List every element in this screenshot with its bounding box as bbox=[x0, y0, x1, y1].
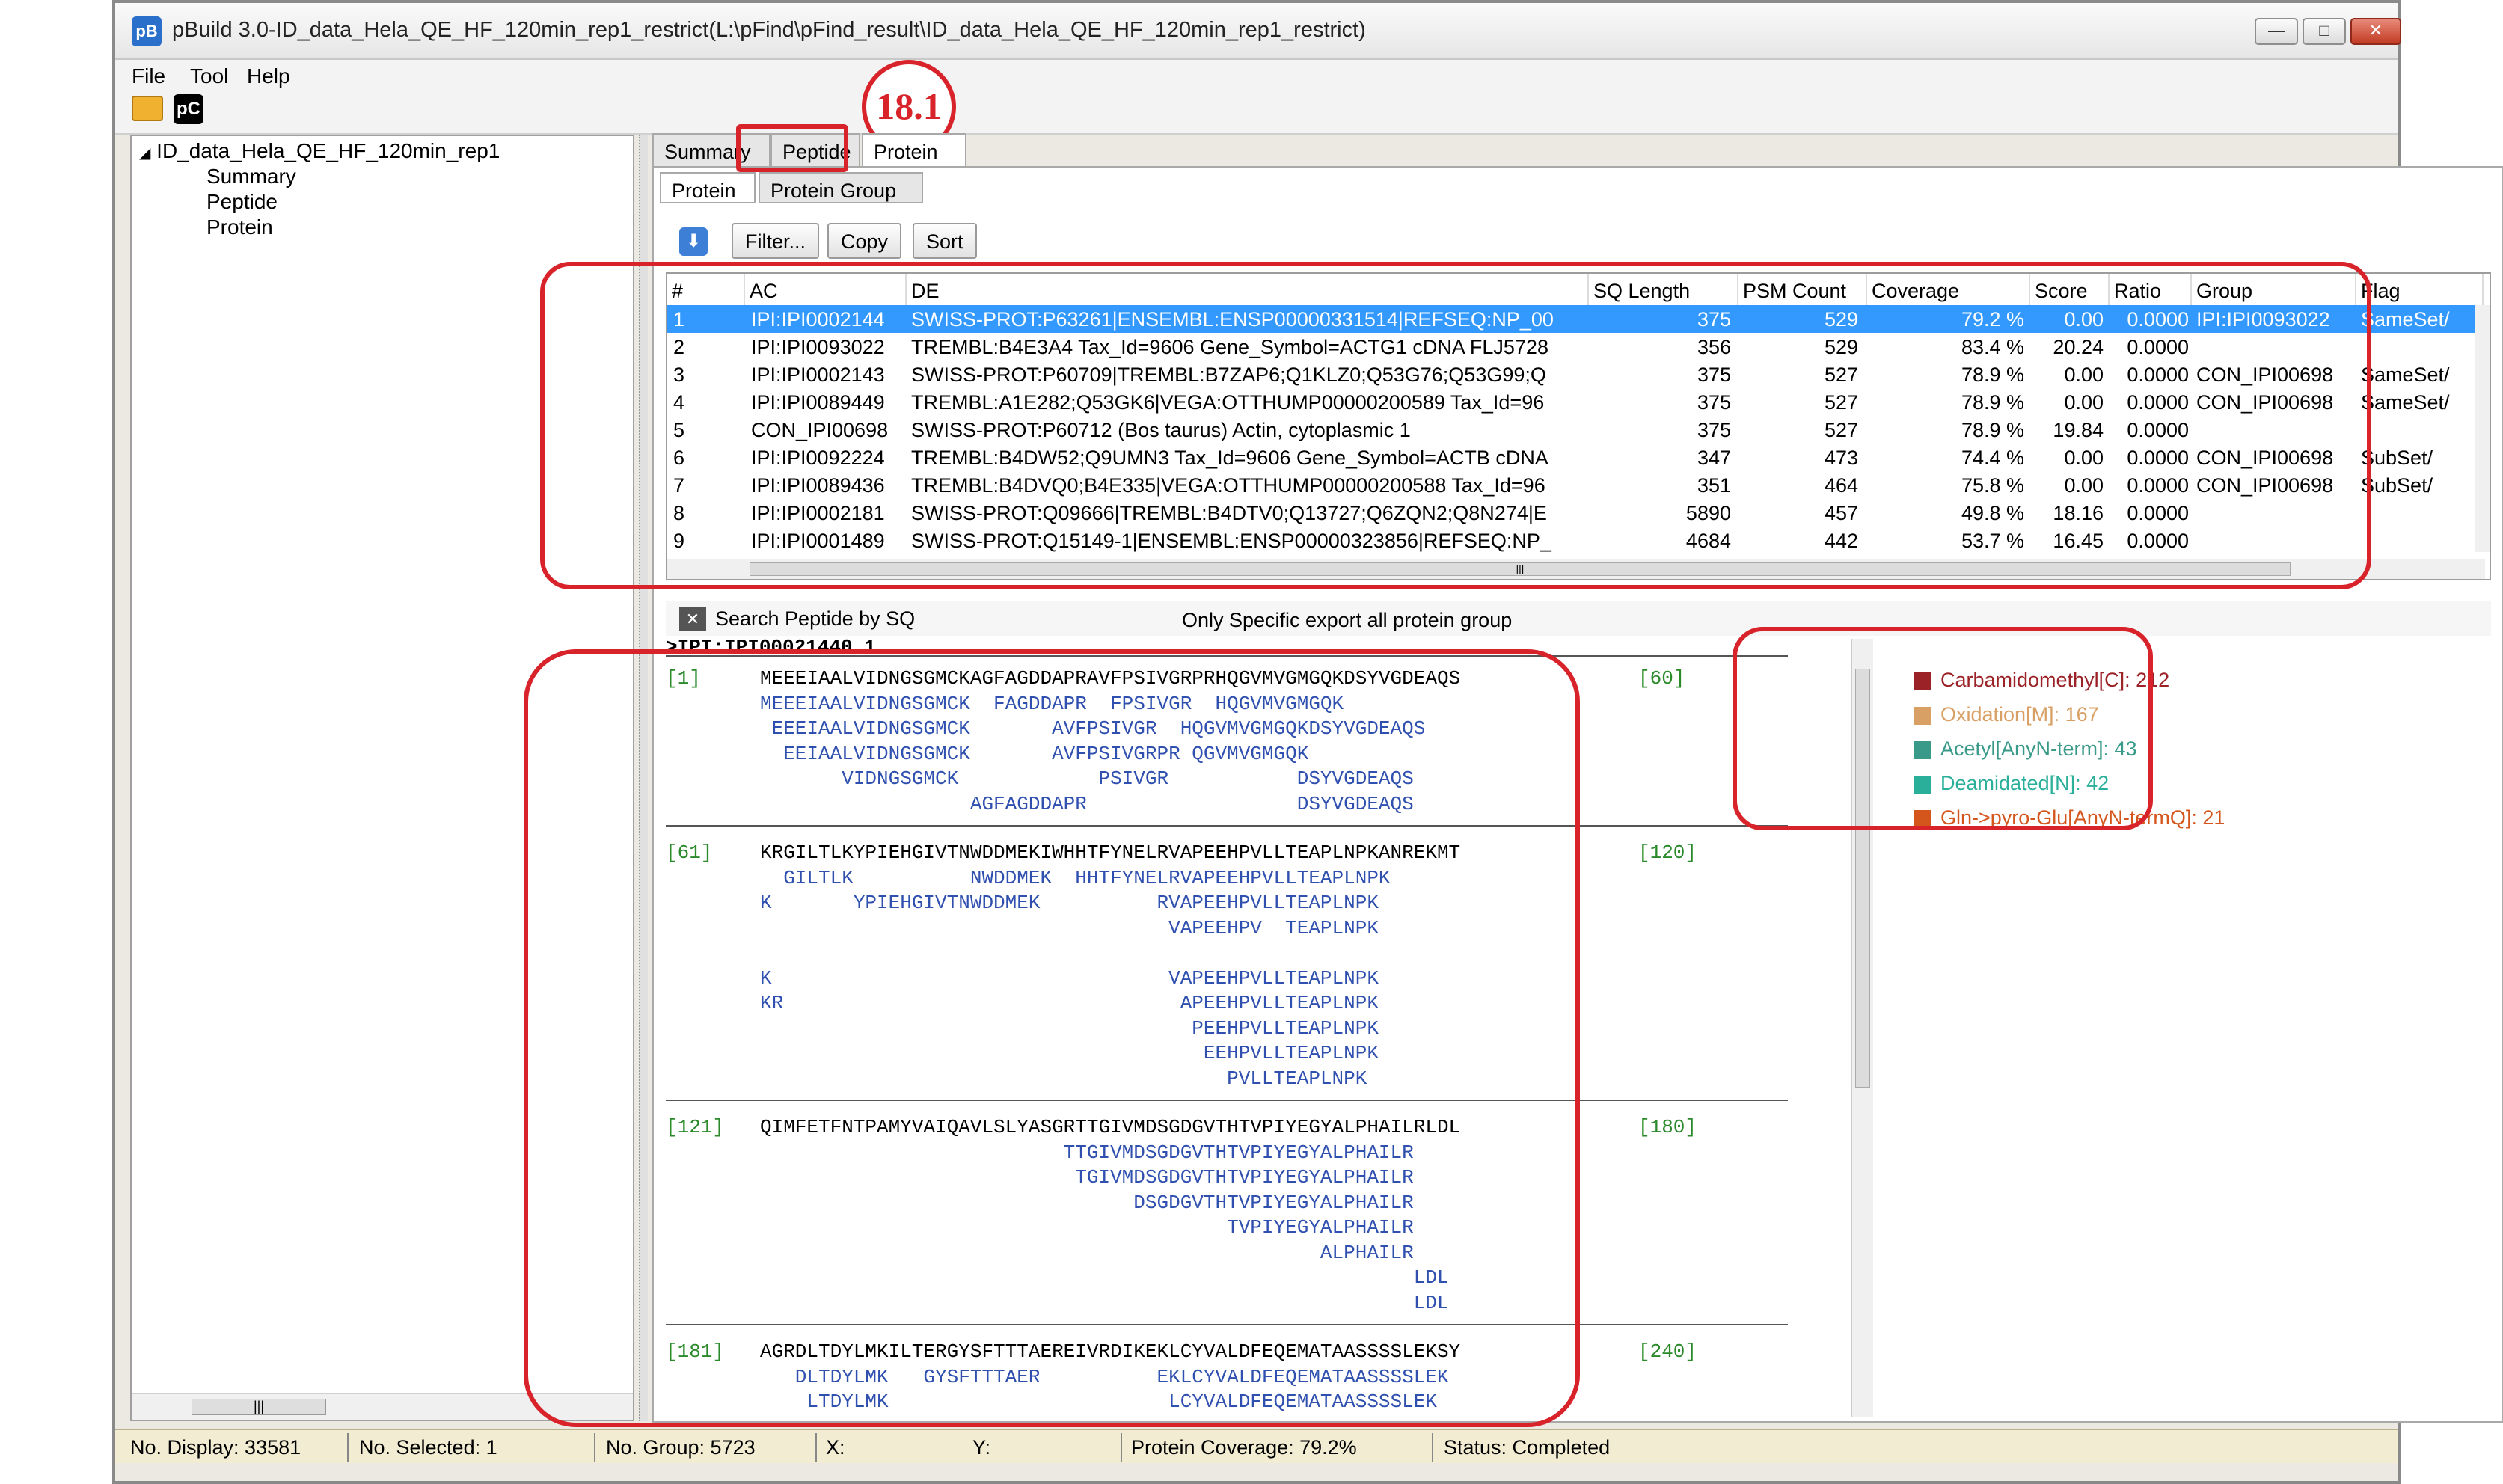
table-cell: SameSet/ bbox=[2361, 391, 2450, 414]
sequence-end-position: [240] bbox=[1638, 1340, 1697, 1363]
minimize-button[interactable]: — bbox=[2255, 18, 2298, 45]
menu-help[interactable]: Help bbox=[247, 64, 290, 88]
menu-bar: File Tool Help bbox=[115, 60, 2398, 90]
window-title: pBuild 3.0-ID_data_Hela_QE_HF_120min_rep… bbox=[172, 18, 1366, 42]
status-divider bbox=[1121, 1433, 1122, 1462]
menu-file[interactable]: File bbox=[132, 64, 165, 88]
table-cell: SubSet/ bbox=[2361, 447, 2433, 469]
legend-highlight bbox=[1733, 627, 2153, 830]
table-vertical-scrollbar[interactable] bbox=[2475, 305, 2490, 552]
title-bar: pB pBuild 3.0-ID_data_Hela_QE_HF_120min_… bbox=[115, 3, 2401, 60]
pc-icon[interactable]: pC bbox=[174, 94, 203, 124]
sequence-end-position: [60] bbox=[1638, 667, 1685, 690]
tree-root-label: ID_data_Hela_QE_HF_120min_rep1 bbox=[156, 139, 500, 162]
status-group-count: No. Group: 5723 bbox=[606, 1436, 756, 1459]
status-divider bbox=[815, 1433, 817, 1462]
status-x: X: bbox=[826, 1436, 845, 1459]
status-display-count: No. Display: 33581 bbox=[130, 1436, 301, 1459]
sequence-end-position: [120] bbox=[1638, 841, 1697, 864]
table-cell: SameSet/ bbox=[2361, 364, 2450, 386]
status-divider bbox=[1432, 1433, 1433, 1462]
tree-root[interactable]: ◢ ID_data_Hela_QE_HF_120min_rep1 bbox=[139, 139, 500, 163]
status-divider bbox=[347, 1433, 349, 1462]
toolbar: pC bbox=[115, 90, 2398, 135]
tree-item-protein[interactable]: Protein bbox=[206, 215, 273, 239]
maximize-button[interactable]: □ bbox=[2303, 18, 2346, 45]
protein-tab-highlight bbox=[736, 124, 848, 172]
menu-tool[interactable]: Tool bbox=[190, 64, 228, 88]
status-bar: No. Display: 33581 No. Selected: 1 No. G… bbox=[115, 1429, 2398, 1463]
pbuild-app-icon: pB bbox=[132, 16, 162, 46]
copy-button[interactable]: Copy bbox=[827, 223, 902, 259]
tree-item-peptide[interactable]: Peptide bbox=[206, 190, 278, 214]
tab-protein[interactable]: Protein bbox=[862, 133, 966, 166]
tree-item-summary[interactable]: Summary bbox=[206, 165, 296, 188]
export-protein-group-text[interactable]: Only Specific export all protein group bbox=[1182, 609, 1512, 632]
subtab-protein-group[interactable]: Protein Group bbox=[759, 172, 923, 203]
status-y: Y: bbox=[972, 1436, 991, 1459]
col-header-flag[interactable]: Flag bbox=[2356, 274, 2484, 305]
sequence-end-position: [180] bbox=[1638, 1116, 1697, 1138]
sort-button[interactable]: Sort bbox=[913, 223, 977, 259]
table-cell: SubSet/ bbox=[2361, 474, 2433, 497]
status-state: Status: Completed bbox=[1444, 1436, 1611, 1459]
filter-button[interactable]: Filter... bbox=[732, 223, 820, 259]
status-protein-coverage: Protein Coverage: 79.2% bbox=[1131, 1436, 1357, 1459]
open-folder-icon[interactable] bbox=[132, 96, 163, 121]
status-divider bbox=[594, 1433, 595, 1462]
status-selected-count: No. Selected: 1 bbox=[359, 1436, 497, 1459]
tree-scroll-thumb[interactable]: ||| bbox=[192, 1399, 326, 1415]
expand-arrow-icon[interactable]: ◢ bbox=[139, 145, 150, 162]
search-peptide-label[interactable]: Search Peptide by SQ bbox=[715, 607, 915, 631]
search-peptide-icon[interactable]: ✕ bbox=[679, 607, 706, 631]
protein-table-highlight bbox=[540, 262, 2371, 589]
lower-toolbar: ✕ Search Peptide by SQ Only Specific exp… bbox=[666, 601, 2491, 636]
subtab-protein[interactable]: Protein bbox=[660, 172, 756, 203]
table-cell: SameSet/ bbox=[2361, 308, 2450, 331]
export-down-icon[interactable]: ⬇ bbox=[679, 227, 708, 256]
close-button[interactable]: ✕ bbox=[2350, 18, 2401, 45]
sequence-view-highlight bbox=[524, 649, 1580, 1427]
